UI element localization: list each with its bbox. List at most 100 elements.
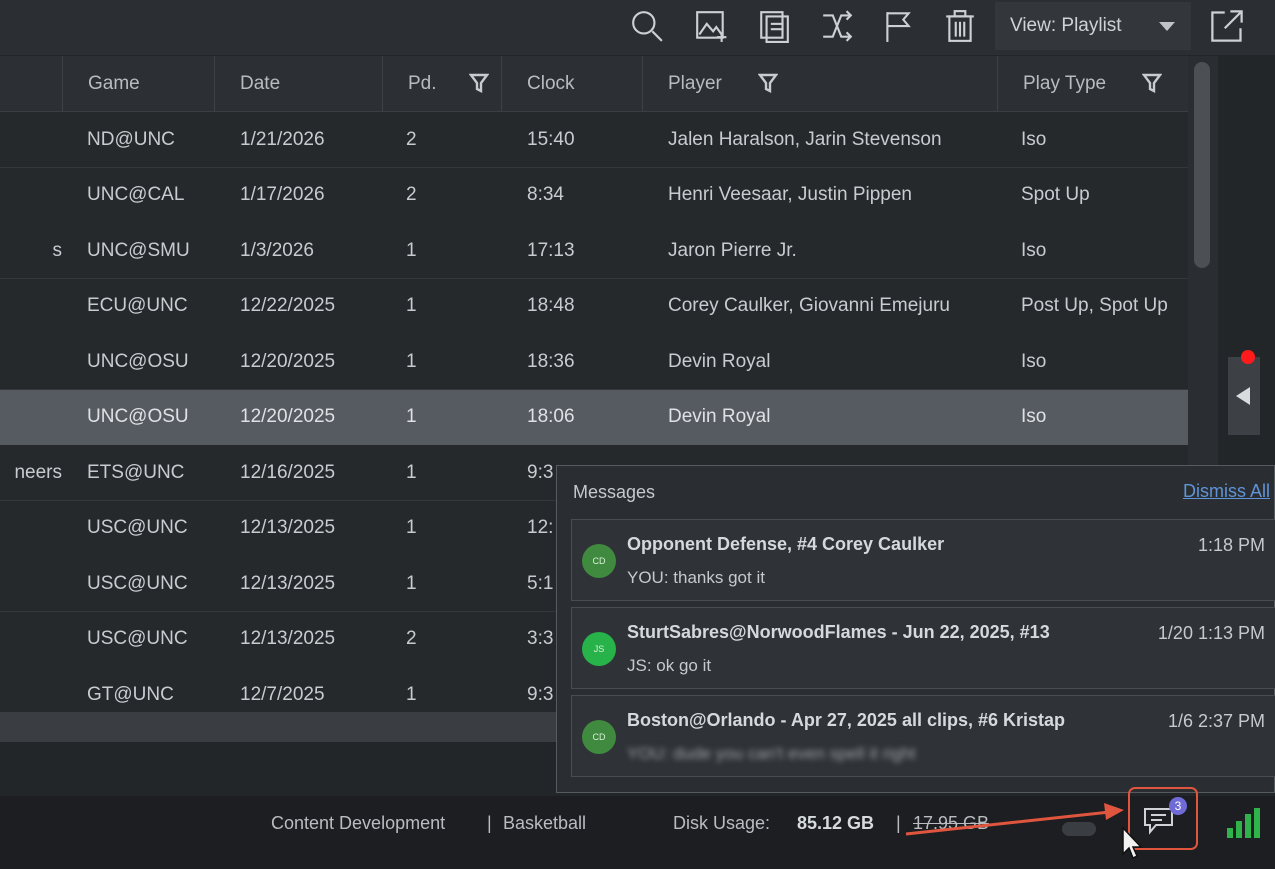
avatar: JS: [582, 632, 616, 666]
cell-play-type: Iso: [1021, 406, 1047, 427]
cell-game: UNC@OSU: [87, 350, 189, 372]
filter-icon[interactable]: [468, 73, 490, 93]
column-header-clock[interactable]: Clock: [501, 56, 642, 111]
cell-player: Devin Royal: [668, 350, 771, 372]
status-separator: |: [487, 813, 492, 833]
cell-pd: 2: [406, 628, 417, 649]
avatar: CD: [582, 720, 616, 754]
context-label: Content Development: [271, 813, 446, 833]
chevron-down-icon: [1159, 22, 1175, 31]
cell-date: 12/13/2025: [240, 628, 336, 649]
unread-badge: 3: [1169, 797, 1187, 815]
cell-play-type: Post Up, Spot Up: [1021, 295, 1168, 316]
view-select-label: View: Playlist: [1010, 15, 1122, 36]
cell-clock: 15:40: [527, 128, 575, 150]
cell-pd: 1: [406, 350, 417, 372]
cell-game: ETS@UNC: [87, 461, 185, 483]
filter-icon[interactable]: [757, 73, 779, 93]
cell-partial: [0, 168, 62, 223]
cell-player: Jalen Haralson, Jarin Stevenson: [668, 128, 942, 150]
table-row[interactable]: ND@UNC 1/21/2026 2 15:40 Jalen Haralson, Jar…: [0, 112, 1188, 168]
column-header-date[interactable]: Date: [214, 56, 382, 111]
column-header-partial[interactable]: [0, 56, 62, 111]
flag-icon[interactable]: [879, 7, 917, 45]
table-row[interactable]: ECU@UNC 12/22/2025 1 18:48 Corey Caulker, Gi…: [0, 278, 1188, 335]
cell-game: UNC@SMU: [87, 239, 190, 261]
table-row[interactable]: s UNC@SMU 1/3/2026 1 17:13 Jaron Pierre Jr. Is…: [0, 223, 1188, 279]
cell-date: 1/21/2026: [240, 128, 325, 150]
table-header: Game Date Pd. Clock Player Play Type: [0, 56, 1188, 112]
cell-clock: 8:34: [527, 184, 564, 205]
horizontal-scrollbar[interactable]: [0, 712, 560, 742]
toggle-switch[interactable]: [1062, 822, 1096, 836]
cell-partial: [0, 612, 62, 667]
cell-pd: 1: [406, 406, 417, 427]
cell-game: USC@UNC: [87, 628, 188, 649]
cell-partial: [0, 112, 62, 167]
avatar: CD: [582, 544, 616, 578]
view-select[interactable]: View: Playlist: [995, 2, 1191, 50]
cell-pd: 1: [406, 239, 417, 261]
cell-clock: 17:13: [527, 239, 575, 261]
external-link-icon[interactable]: [1205, 6, 1249, 46]
column-label: Date: [240, 72, 281, 94]
cell-pd: 1: [406, 517, 417, 538]
dismiss-all-link[interactable]: Dismiss All: [1183, 481, 1270, 502]
column-header-player[interactable]: Player: [642, 56, 997, 111]
message-time: 1/6 2:37 PM: [1167, 711, 1265, 731]
cell-play-type: Iso: [1021, 128, 1047, 150]
column-label: Game: [88, 72, 140, 94]
table-row[interactable]: UNC@OSU 12/20/2025 1 18:06 Devin Royal Iso: [0, 389, 1188, 446]
cell-player: Jaron Pierre Jr.: [668, 239, 797, 261]
cell-game: ND@UNC: [87, 128, 175, 150]
cell-play-type: Iso: [1021, 239, 1047, 261]
messages-title: Messages: [573, 482, 656, 502]
column-header-game[interactable]: Game: [62, 56, 214, 111]
top-toolbar: View: Playlist: [0, 0, 1275, 55]
cell-date: 1/17/2026: [240, 184, 325, 205]
cell-partial: [0, 556, 62, 611]
message-time: 1/20 1:13 PM: [1157, 623, 1265, 643]
cursor-icon: [1122, 826, 1143, 860]
message-title: Opponent Defense, #4 Corey Caulker: [627, 534, 945, 554]
message-item[interactable]: CD Boston@Orlando - Apr 27, 2025 all cli…: [571, 695, 1275, 777]
search-icon[interactable]: [628, 7, 666, 45]
document-icon[interactable]: [755, 7, 793, 45]
cell-pd: 1: [406, 295, 417, 316]
add-image-icon[interactable]: [692, 7, 730, 45]
cell-pd: 2: [406, 184, 417, 205]
cell-clock: 18:06: [527, 406, 575, 427]
cell-date: 12/13/2025: [240, 572, 336, 594]
message-item[interactable]: JS SturtSabres@NorwoodFlames - Jun 22, 2…: [571, 607, 1275, 689]
cell-game: USC@UNC: [87, 572, 188, 594]
cell-player: Devin Royal: [668, 406, 771, 427]
message-time: 1:18 PM: [1197, 535, 1265, 555]
cell-play-type: Spot Up: [1021, 184, 1090, 205]
column-label: Player: [668, 72, 722, 94]
cell-game: USC@UNC: [87, 517, 188, 538]
filter-icon[interactable]: [1141, 73, 1163, 93]
cell-partial: [0, 390, 62, 445]
disk-free-value: 17.95 GB: [913, 813, 990, 833]
panel-collapse-handle[interactable]: [1228, 357, 1260, 435]
cell-game: ECU@UNC: [87, 295, 188, 316]
scrollbar-thumb[interactable]: [1194, 62, 1210, 268]
messages-popup: Messages Dismiss All CD Opponent Defense…: [556, 465, 1275, 793]
column-header-play-type[interactable]: Play Type: [997, 56, 1188, 111]
message-text: YOU: thanks got it: [627, 568, 765, 587]
table-row[interactable]: UNC@CAL 1/17/2026 2 8:34 Henri Veesaar, Just…: [0, 167, 1188, 224]
cell-game: UNC@OSU: [87, 406, 189, 427]
message-item[interactable]: CD Opponent Defense, #4 Corey Caulker 1:…: [571, 519, 1275, 601]
cell-pd: 2: [406, 128, 417, 150]
status-bar: Content Development | Basketball Disk Us…: [0, 796, 1275, 869]
message-text: JS: ok go it: [627, 656, 712, 675]
table-row[interactable]: UNC@OSU 12/20/2025 1 18:36 Devin Royal Iso: [0, 334, 1188, 390]
sport-label: Basketball: [503, 813, 587, 833]
column-label: Play Type: [1023, 72, 1107, 94]
notification-dot: [1241, 350, 1255, 364]
shuffle-icon[interactable]: [818, 7, 856, 45]
column-header-period[interactable]: Pd.: [382, 56, 501, 111]
cell-play-type: Iso: [1021, 350, 1047, 372]
cell-game: UNC@CAL: [87, 184, 185, 205]
trash-icon[interactable]: [941, 7, 979, 45]
